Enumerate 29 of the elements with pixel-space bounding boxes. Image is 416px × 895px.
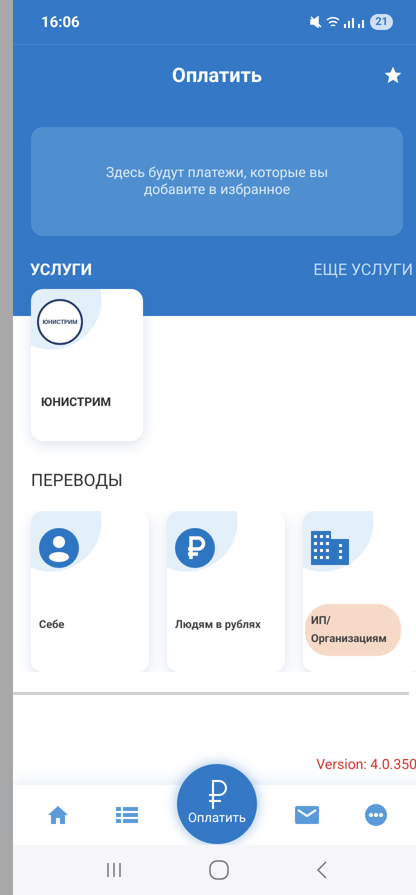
recent-apps-icon[interactable] — [106, 862, 122, 878]
transfer-card[interactable]: Себе — [31, 510, 149, 672]
wifi-icon — [326, 16, 340, 28]
section-title: УСЛУГИ — [30, 259, 92, 281]
ruble-icon — [206, 779, 227, 810]
person-icon — [39, 528, 79, 568]
pay-button[interactable]: Оплатить — [176, 764, 257, 844]
building-icon — [311, 530, 349, 564]
transfer-card[interactable]: Людям в рублях — [167, 510, 285, 672]
header-title: Оплатить — [172, 62, 262, 89]
favorites-empty-text: Здесь будут платежи, которые вы добавите в избранное — [104, 164, 330, 198]
battery-level: 21 — [370, 14, 393, 30]
more-icon[interactable] — [365, 804, 388, 826]
home-icon[interactable] — [48, 806, 68, 824]
mute-icon — [310, 16, 322, 28]
section-title: ПЕРЕВОДЫ — [31, 470, 124, 493]
ruble-icon — [175, 528, 215, 568]
service-label: ЮНИСТРИМ — [41, 394, 112, 411]
transfer-label: Людям в рублях — [175, 616, 262, 632]
list-icon[interactable] — [116, 807, 138, 823]
star-icon[interactable] — [383, 65, 403, 85]
transfer-card[interactable]: ИП/ Организациям — [303, 510, 416, 672]
transfer-label: Себе — [39, 616, 66, 632]
transfer-label: ИП/ Организациям — [305, 604, 401, 656]
signal-icon — [344, 16, 366, 28]
status-time: 16:06 — [41, 12, 80, 33]
mail-icon[interactable] — [294, 806, 319, 824]
back-icon[interactable] — [316, 861, 328, 879]
version-text: Version: 4.0.350 — [316, 756, 416, 774]
